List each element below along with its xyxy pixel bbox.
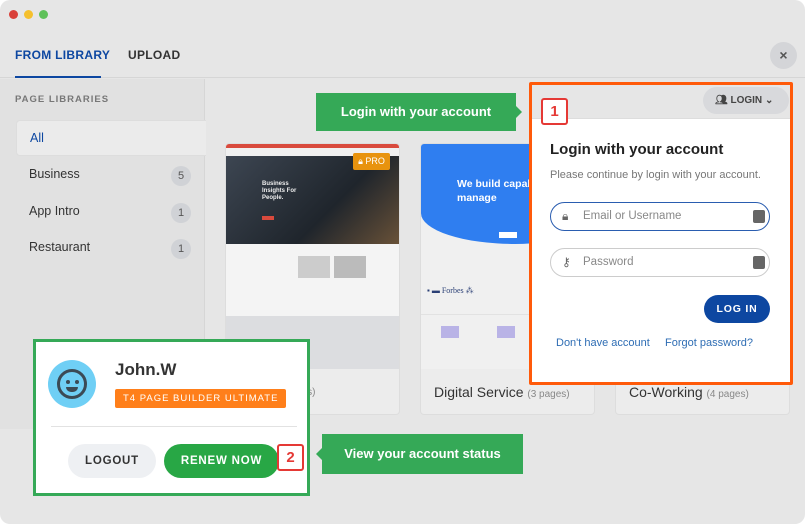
sidebar-item-business[interactable]: Business 5	[16, 157, 206, 193]
tooltip-arrow	[516, 106, 522, 118]
user-account-panel: John.W T4 PAGE BUILDER ULTIMATE LOGOUT R…	[33, 339, 310, 496]
sidebar-item-label: App Intro	[29, 204, 80, 218]
login-dropdown-button[interactable]: 👥︎ LOGIN ⌄	[703, 87, 789, 114]
password-manager-icon[interactable]	[753, 256, 765, 269]
sidebar-item-all[interactable]: All	[16, 120, 206, 156]
renew-now-button[interactable]: RENEW NOW	[164, 444, 279, 478]
card-name: Digital Service	[434, 384, 524, 400]
tooltip-account-status: View your account status	[316, 434, 523, 474]
plan-badge: T4 PAGE BUILDER ULTIMATE	[115, 389, 287, 408]
count-badge: 1	[171, 239, 191, 259]
login-label: LOGIN	[730, 95, 763, 106]
sidebar-item-restaurant[interactable]: Restaurant 1	[16, 230, 206, 266]
window-maximize-dot[interactable]	[39, 10, 48, 19]
preview-headline: Business Insights For People.	[262, 181, 297, 201]
lock-icon: 🔒︎	[562, 209, 569, 223]
tab-from-library[interactable]: FROM LIBRARY	[15, 48, 110, 62]
tab-upload[interactable]: UPLOAD	[128, 48, 180, 62]
pro-badge: 🔒︎ PRO	[353, 153, 390, 170]
user-name: John.W	[115, 360, 177, 379]
tab-bar: FROM LIBRARY UPLOAD	[0, 30, 805, 78]
client-logos: ▪ ▬ Forbes ⁂	[427, 286, 474, 295]
card-title: Co-Working (4 pages)	[629, 384, 749, 400]
login-panel: 👥︎ LOGIN ⌄ 1 Login with your account Ple…	[529, 82, 793, 385]
active-tab-indicator	[15, 76, 101, 78]
email-placeholder: Email or Username	[583, 210, 682, 222]
sidebar-title: PAGE LIBRARIES	[15, 94, 110, 105]
sidebar-item-label: Restaurant	[29, 240, 91, 254]
smiley-icon	[57, 369, 87, 399]
password-field[interactable]: ⚷ Password	[550, 248, 770, 277]
user-lock-icon: 👥︎	[715, 95, 728, 106]
step-badge-1: 1	[541, 98, 568, 125]
sidebar-item-label: Business	[29, 167, 80, 181]
sidebar-item-label: All	[30, 131, 44, 145]
login-subtitle: Please continue by login with your accou…	[550, 169, 761, 181]
card-title: Digital Service (3 pages)	[434, 384, 570, 400]
card-pages: (3 pages)	[527, 389, 570, 400]
login-title: Login with your account	[550, 141, 724, 158]
count-badge: 1	[171, 203, 191, 223]
chevron-down-icon: ⌄	[764, 95, 774, 106]
window-close-dot[interactable]	[9, 10, 18, 19]
forgot-password-link[interactable]: Forgot password?	[665, 337, 753, 349]
tooltip-login: Login with your account	[316, 93, 522, 131]
tooltip-text: Login with your account	[340, 104, 492, 119]
email-field[interactable]: 🔒︎ Email or Username	[550, 202, 770, 231]
lock-icon: 🔒︎	[358, 156, 363, 166]
pro-label: PRO	[365, 156, 385, 166]
close-button[interactable]: ×	[770, 42, 797, 69]
password-manager-icon[interactable]	[753, 210, 765, 223]
step-badge-2: 2	[277, 444, 304, 471]
count-badge: 5	[171, 166, 191, 186]
logout-button[interactable]: LOGOUT	[68, 444, 156, 478]
key-icon: ⚷	[562, 255, 571, 269]
register-link[interactable]: Don't have account	[556, 337, 650, 349]
password-placeholder: Password	[583, 256, 634, 268]
card-pages: (4 pages)	[706, 389, 749, 400]
avatar	[48, 360, 96, 408]
template-preview: Business Insights For People. 🔒︎ PRO	[226, 144, 399, 369]
divider	[51, 426, 297, 427]
tooltip-arrow	[316, 448, 322, 460]
tooltip-text: View your account status	[344, 446, 501, 461]
log-in-button[interactable]: LOG IN	[704, 295, 770, 323]
sidebar-item-app-intro[interactable]: App Intro 1	[16, 194, 206, 230]
window-minimize-dot[interactable]	[24, 10, 33, 19]
card-name: Co-Working	[629, 384, 703, 400]
